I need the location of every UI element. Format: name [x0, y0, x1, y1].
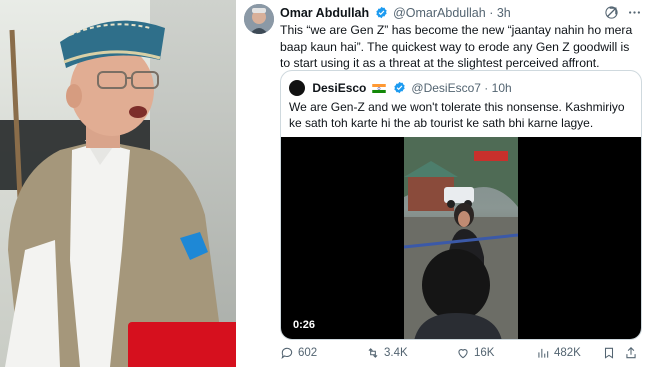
grok-icon[interactable]: [604, 5, 619, 20]
views-icon: [538, 348, 549, 358]
bookmark-button[interactable]: [602, 346, 616, 360]
reply-count: 602: [298, 347, 318, 359]
tweet-actions: 602 3.4K 16K 482K: [280, 346, 640, 364]
quoted-tweet-header: DesiEsco @DesiEsco7 · 10h: [289, 80, 512, 96]
tweet-time[interactable]: 3h: [497, 6, 511, 20]
reply-icon: [281, 347, 293, 359]
quoted-author-handle[interactable]: @DesiEsco7: [411, 81, 481, 95]
like-count: 16K: [474, 347, 495, 359]
verified-badge-icon: [394, 81, 405, 94]
repost-button[interactable]: 3.4K: [366, 346, 408, 360]
repost-icon: [368, 348, 378, 358]
share-button[interactable]: [624, 346, 638, 360]
like-icon: [458, 349, 468, 359]
header-separator: ·: [489, 6, 494, 20]
like-button[interactable]: 16K: [456, 346, 494, 360]
repost-count: 3.4K: [384, 347, 408, 359]
news-photo: [0, 0, 236, 367]
author-name[interactable]: Omar Abdullah: [280, 6, 369, 20]
red-podium-cloth: [128, 322, 236, 367]
author-avatar[interactable]: [244, 4, 274, 34]
share-icon: [626, 347, 636, 359]
quoted-tweet[interactable]: DesiEsco @DesiEsco7 · 10h We are Gen-Z a…: [280, 70, 642, 340]
tweet-card[interactable]: Omar Abdullah @OmarAbdullah · 3h This “w…: [236, 0, 652, 367]
quoted-header-separator: ·: [484, 81, 489, 95]
verified-badge-icon: [375, 6, 387, 19]
reply-button[interactable]: 602: [280, 346, 317, 360]
quoted-author-avatar[interactable]: [289, 80, 305, 96]
quoted-tweet-text: We are Gen-Z and we won't tolerate this …: [289, 100, 625, 130]
author-handle[interactable]: @OmarAbdullah: [393, 6, 486, 20]
tweet-top-icons: [604, 5, 642, 20]
views-button[interactable]: 482K: [536, 346, 581, 360]
india-flag-icon: [371, 84, 386, 93]
speaker-figure: [5, 20, 225, 367]
video-player[interactable]: 0:26: [281, 137, 641, 339]
video-duration: 0:26: [293, 319, 316, 331]
quoted-tweet-time[interactable]: 10h: [492, 81, 512, 95]
tweet-text: This “we are Gen Z” has become the new “…: [280, 23, 633, 70]
more-icon[interactable]: [627, 5, 642, 20]
tweet-header: Omar Abdullah @OmarAbdullah · 3h: [280, 6, 511, 20]
bookmark-icon: [604, 347, 614, 359]
views-count: 482K: [554, 347, 581, 359]
quoted-author-name[interactable]: DesiEsco: [312, 81, 366, 95]
video-frame: [404, 137, 518, 339]
